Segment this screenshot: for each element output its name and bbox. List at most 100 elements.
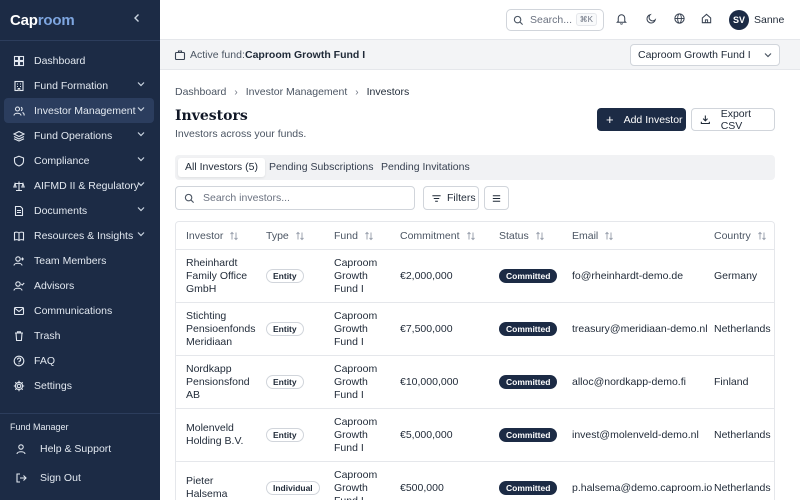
chevron-down-icon[interactable] <box>136 154 148 166</box>
column-settings-button[interactable] <box>484 186 509 210</box>
sort-icon <box>757 231 766 241</box>
sign-out-label: Sign Out <box>40 472 81 484</box>
sidebar-item-fund-formation[interactable]: Fund Formation <box>4 73 154 98</box>
filters-button[interactable]: Filters <box>423 186 479 210</box>
brand-logo[interactable]: Caproom <box>10 12 75 29</box>
moon-icon[interactable] <box>645 12 659 26</box>
column-label: Email <box>572 230 599 242</box>
chevron-down-icon[interactable] <box>136 79 148 91</box>
shield-icon <box>12 154 26 168</box>
export-csv-label: Export CSV <box>720 107 752 132</box>
sidebar-item-team-members[interactable]: Team Members <box>4 248 154 273</box>
sidebar-item-documents[interactable]: Documents <box>4 198 154 223</box>
table-row[interactable]: Rheinhardt Family Office GmbH Entity Capro… <box>176 250 774 303</box>
sidebar-item-aifmd-ii-and-regulatory[interactable]: AIFMD II & Regulatory <box>4 173 154 198</box>
table-row[interactable]: Stichting Pensioenfonds Meridiaan Entity C… <box>176 303 774 356</box>
column-label: Country <box>714 230 751 242</box>
user-name[interactable]: Sanne <box>754 14 784 26</box>
export-csv-button[interactable]: Export CSV <box>691 107 775 132</box>
chevron-down-icon[interactable] <box>136 204 148 216</box>
type-badge: Entity <box>266 269 304 283</box>
status-badge: Committed <box>499 375 558 389</box>
investor-name[interactable]: Stichting Pensioenfonds Meridiaan <box>186 310 255 349</box>
divider <box>0 40 160 41</box>
chevron-down-icon[interactable] <box>136 179 148 191</box>
commitment-value: €10,000,000 <box>400 376 459 388</box>
breadcrumb-dashboard[interactable]: Dashboard <box>175 86 226 98</box>
table-row[interactable]: Nordkapp Pensionsfond AB Entity Caproom Gr… <box>176 356 774 409</box>
column-label: Investor <box>186 230 224 242</box>
help-circle-icon <box>12 354 26 368</box>
column-header-type[interactable]: Type <box>266 230 305 242</box>
sidebar-item-faq[interactable]: FAQ <box>4 348 154 373</box>
column-header-fund[interactable]: Fund <box>334 230 374 242</box>
sidebar-item-investor-management[interactable]: Investor Management <box>4 98 154 123</box>
email-value: invest@molenveld-demo.nl <box>572 429 699 441</box>
sidebar-item-compliance[interactable]: Compliance <box>4 148 154 173</box>
chevron-down-icon[interactable] <box>136 129 148 141</box>
breadcrumb-investor-management[interactable]: Investor Management <box>246 86 348 98</box>
help-support-link[interactable]: Help & Support <box>14 442 111 456</box>
tab-pending-invitations[interactable]: Pending Invitations <box>374 158 477 177</box>
investor-name[interactable]: Molenveld Holding B.V. <box>186 422 243 448</box>
investors-table: Investor Type Fund Commitment Status Ema… <box>175 221 775 500</box>
breadcrumb: Dashboard › Investor Management › Invest… <box>175 86 409 98</box>
sidebar-item-advisors[interactable]: Advisors <box>4 273 154 298</box>
sidebar-item-label: Team Members <box>34 254 107 267</box>
sidebar-item-communications[interactable]: Communications <box>4 298 154 323</box>
sort-icon <box>295 231 304 241</box>
column-header-investor[interactable]: Investor <box>186 230 239 242</box>
breadcrumb-separator: › <box>234 86 238 98</box>
chevron-down-icon[interactable] <box>136 229 148 241</box>
active-fund-bar: Active fund: Caproom Growth Fund I Capro… <box>160 40 800 70</box>
sidebar-item-label: AIFMD II & Regulatory <box>34 179 140 192</box>
commitment-value: €5,000,000 <box>400 429 453 441</box>
sidebar-item-resources-and-insights[interactable]: Resources & Insights <box>4 223 154 248</box>
grid-icon <box>12 54 26 68</box>
chevron-down-icon[interactable] <box>136 104 148 116</box>
collapse-sidebar-button[interactable] <box>128 10 146 28</box>
table-row[interactable]: Pieter Halsema Individual Caproom Growth F… <box>176 462 774 500</box>
briefcase-icon <box>174 49 186 61</box>
tab-all-investors[interactable]: All Investors (5) <box>178 158 265 177</box>
sidebar-item-settings[interactable]: Settings <box>4 373 154 398</box>
fund-select-value: Caproom Growth Fund I <box>638 49 751 61</box>
sidebar-item-trash[interactable]: Trash <box>4 323 154 348</box>
role-label: Fund Manager <box>10 422 69 432</box>
download-icon <box>700 115 710 125</box>
fund-select[interactable]: Caproom Growth Fund I <box>630 44 780 66</box>
page-title: Investors <box>175 108 248 124</box>
fund-name: Caproom Growth Fund I <box>334 310 378 348</box>
user-check-icon <box>12 279 26 293</box>
add-investor-button[interactable]: + Add Investor <box>597 108 686 131</box>
home-icon[interactable] <box>700 12 714 26</box>
bell-icon[interactable] <box>615 12 629 26</box>
book-icon <box>12 229 26 243</box>
tab-pending-subscriptions[interactable]: Pending Subscriptions <box>262 158 380 177</box>
commitment-value: €2,000,000 <box>400 270 453 282</box>
investor-tabs: All Investors (5) Pending Subscriptions … <box>175 155 775 180</box>
table-row[interactable]: Molenveld Holding B.V. Entity Caproom Grow… <box>176 409 774 462</box>
sign-out-button[interactable]: Sign Out <box>14 471 81 485</box>
sidebar-item-fund-operations[interactable]: Fund Operations <box>4 123 154 148</box>
sidebar-item-dashboard[interactable]: Dashboard <box>4 48 154 73</box>
column-header-email[interactable]: Email <box>572 230 614 242</box>
sidebar-item-label: FAQ <box>34 354 56 367</box>
user-plus-icon <box>12 254 26 268</box>
sort-icon <box>605 231 614 241</box>
global-search-input[interactable]: Search... ⌘K <box>506 9 604 31</box>
country-value: Netherlands <box>714 429 771 441</box>
email-value: alloc@nordkapp-demo.fi <box>572 376 686 388</box>
column-header-status[interactable]: Status <box>499 230 545 242</box>
investor-search-input[interactable]: Search investors... <box>175 186 415 210</box>
investor-name[interactable]: Pieter Halsema <box>186 475 227 500</box>
investor-name[interactable]: Nordkapp Pensionsfond AB <box>186 363 250 402</box>
investor-name[interactable]: Rheinhardt Family Office GmbH <box>186 257 247 296</box>
email-value: fo@rheinhardt-demo.de <box>572 270 684 282</box>
column-header-country[interactable]: Country <box>714 230 767 242</box>
column-header-commitment[interactable]: Commitment <box>400 230 476 242</box>
globe-icon[interactable] <box>673 12 687 26</box>
trash-icon <box>12 329 26 343</box>
avatar[interactable]: SV <box>729 10 749 30</box>
status-badge: Committed <box>499 322 558 336</box>
